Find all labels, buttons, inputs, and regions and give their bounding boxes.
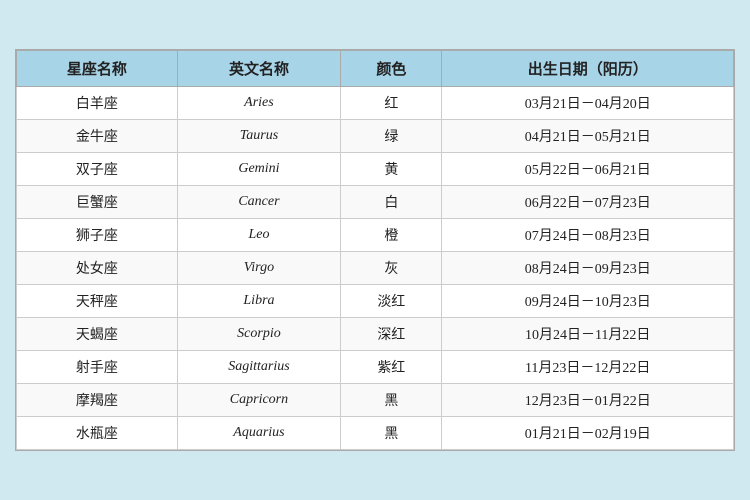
table-cell-2-2: 黄 [341, 153, 442, 186]
table-cell-10-0: 水瓶座 [17, 417, 178, 450]
table-cell-6-1: Libra [177, 285, 341, 318]
table-cell-3-2: 白 [341, 186, 442, 219]
table-cell-6-0: 天秤座 [17, 285, 178, 318]
table-cell-5-2: 灰 [341, 252, 442, 285]
table-cell-9-1: Capricorn [177, 384, 341, 417]
table-cell-8-2: 紫红 [341, 351, 442, 384]
table-cell-2-1: Gemini [177, 153, 341, 186]
table-cell-8-3: 11月23日－12月22日 [442, 351, 734, 384]
table-row: 处女座Virgo灰08月24日－09月23日 [17, 252, 734, 285]
table-cell-2-0: 双子座 [17, 153, 178, 186]
table-header-1: 英文名称 [177, 51, 341, 87]
table-cell-0-0: 白羊座 [17, 87, 178, 120]
table-header-2: 颜色 [341, 51, 442, 87]
table-cell-4-0: 狮子座 [17, 219, 178, 252]
table-cell-1-0: 金牛座 [17, 120, 178, 153]
table-header-row: 星座名称英文名称颜色出生日期（阳历） [17, 51, 734, 87]
zodiac-table-container: 星座名称英文名称颜色出生日期（阳历） 白羊座Aries红03月21日－04月20… [15, 49, 735, 451]
table-cell-6-2: 淡红 [341, 285, 442, 318]
table-cell-10-1: Aquarius [177, 417, 341, 450]
table-cell-8-1: Sagittarius [177, 351, 341, 384]
table-row: 双子座Gemini黄05月22日－06月21日 [17, 153, 734, 186]
table-cell-0-2: 红 [341, 87, 442, 120]
table-header-3: 出生日期（阳历） [442, 51, 734, 87]
table-cell-7-0: 天蝎座 [17, 318, 178, 351]
table-cell-1-1: Taurus [177, 120, 341, 153]
table-cell-7-1: Scorpio [177, 318, 341, 351]
zodiac-table: 星座名称英文名称颜色出生日期（阳历） 白羊座Aries红03月21日－04月20… [16, 50, 734, 450]
table-cell-9-3: 12月23日－01月22日 [442, 384, 734, 417]
table-cell-0-3: 03月21日－04月20日 [442, 87, 734, 120]
table-cell-10-2: 黑 [341, 417, 442, 450]
table-cell-0-1: Aries [177, 87, 341, 120]
table-cell-3-1: Cancer [177, 186, 341, 219]
table-cell-3-3: 06月22日－07月23日 [442, 186, 734, 219]
table-row: 摩羯座Capricorn黑12月23日－01月22日 [17, 384, 734, 417]
table-cell-1-2: 绿 [341, 120, 442, 153]
table-row: 狮子座Leo橙07月24日－08月23日 [17, 219, 734, 252]
table-cell-5-1: Virgo [177, 252, 341, 285]
table-cell-10-3: 01月21日－02月19日 [442, 417, 734, 450]
table-cell-4-2: 橙 [341, 219, 442, 252]
table-cell-1-3: 04月21日－05月21日 [442, 120, 734, 153]
table-cell-4-1: Leo [177, 219, 341, 252]
table-body: 白羊座Aries红03月21日－04月20日金牛座Taurus绿04月21日－0… [17, 87, 734, 450]
table-row: 天蝎座Scorpio深红10月24日－11月22日 [17, 318, 734, 351]
table-row: 水瓶座Aquarius黑01月21日－02月19日 [17, 417, 734, 450]
table-row: 金牛座Taurus绿04月21日－05月21日 [17, 120, 734, 153]
table-cell-4-3: 07月24日－08月23日 [442, 219, 734, 252]
table-cell-2-3: 05月22日－06月21日 [442, 153, 734, 186]
table-row: 白羊座Aries红03月21日－04月20日 [17, 87, 734, 120]
table-cell-5-3: 08月24日－09月23日 [442, 252, 734, 285]
table-cell-8-0: 射手座 [17, 351, 178, 384]
table-cell-6-3: 09月24日－10月23日 [442, 285, 734, 318]
table-cell-3-0: 巨蟹座 [17, 186, 178, 219]
table-row: 天秤座Libra淡红09月24日－10月23日 [17, 285, 734, 318]
table-cell-7-3: 10月24日－11月22日 [442, 318, 734, 351]
table-row: 巨蟹座Cancer白06月22日－07月23日 [17, 186, 734, 219]
table-cell-9-2: 黑 [341, 384, 442, 417]
table-cell-5-0: 处女座 [17, 252, 178, 285]
table-header-0: 星座名称 [17, 51, 178, 87]
table-cell-7-2: 深红 [341, 318, 442, 351]
table-cell-9-0: 摩羯座 [17, 384, 178, 417]
table-row: 射手座Sagittarius紫红11月23日－12月22日 [17, 351, 734, 384]
